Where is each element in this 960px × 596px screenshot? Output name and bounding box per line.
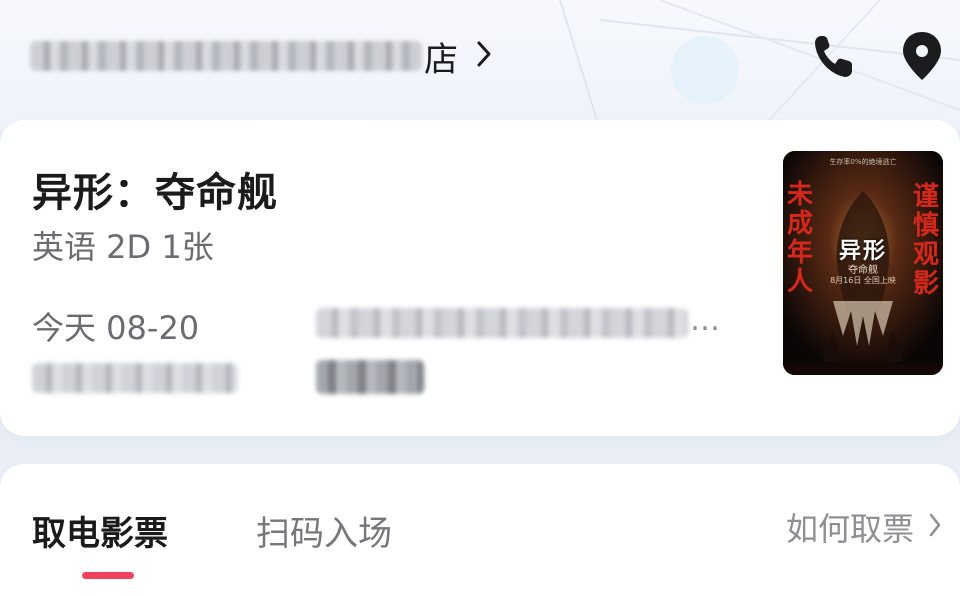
tab-scan-entry[interactable]: 扫码入场 [256, 506, 392, 555]
poster-release-date: 8月16日 全国上映 [830, 276, 896, 285]
phone-icon[interactable] [806, 28, 862, 84]
how-to-get-ticket-label: 如何取票 [785, 510, 914, 548]
location-pin-icon[interactable] [894, 28, 950, 84]
show-date: 今天 08-20 [32, 309, 200, 347]
how-to-get-ticket-link[interactable]: 如何取票 [786, 504, 942, 550]
active-tab-indicator [82, 572, 134, 579]
show-time-redacted [32, 363, 238, 393]
cinema-name-redacted [30, 41, 422, 71]
ticket-section: 取电影票 扫码入场 如何取票 [0, 464, 960, 596]
cinema-name-suffix: 店 [424, 39, 458, 80]
seat-redacted [316, 360, 424, 394]
poster-tagline: 生存率0%的绝境逃亡 [829, 158, 897, 166]
hall-name-redacted [316, 308, 688, 338]
hall-ellipsis: … [690, 303, 720, 338]
tab-get-ticket[interactable]: 取电影票 [32, 506, 168, 555]
order-info-card: 异形：夺命舰 英语 2D 1张 今天 08-20 … 生存率0%的绝境逃亡 未成… [0, 120, 960, 436]
chevron-right-icon [928, 508, 942, 546]
poster-subtitle: 夺命舰 [848, 265, 878, 276]
movie-title: 异形：夺命舰 [32, 170, 278, 216]
movie-poster[interactable]: 生存率0%的绝境逃亡 未成年人 谨慎观影 异形 夺命舰 8月16日 全国上映 [783, 151, 943, 375]
movie-language-format-count: 英语 2D 1张 [32, 228, 214, 266]
chevron-right-icon [476, 40, 492, 72]
cinema-name-link[interactable]: 店 [30, 30, 492, 82]
